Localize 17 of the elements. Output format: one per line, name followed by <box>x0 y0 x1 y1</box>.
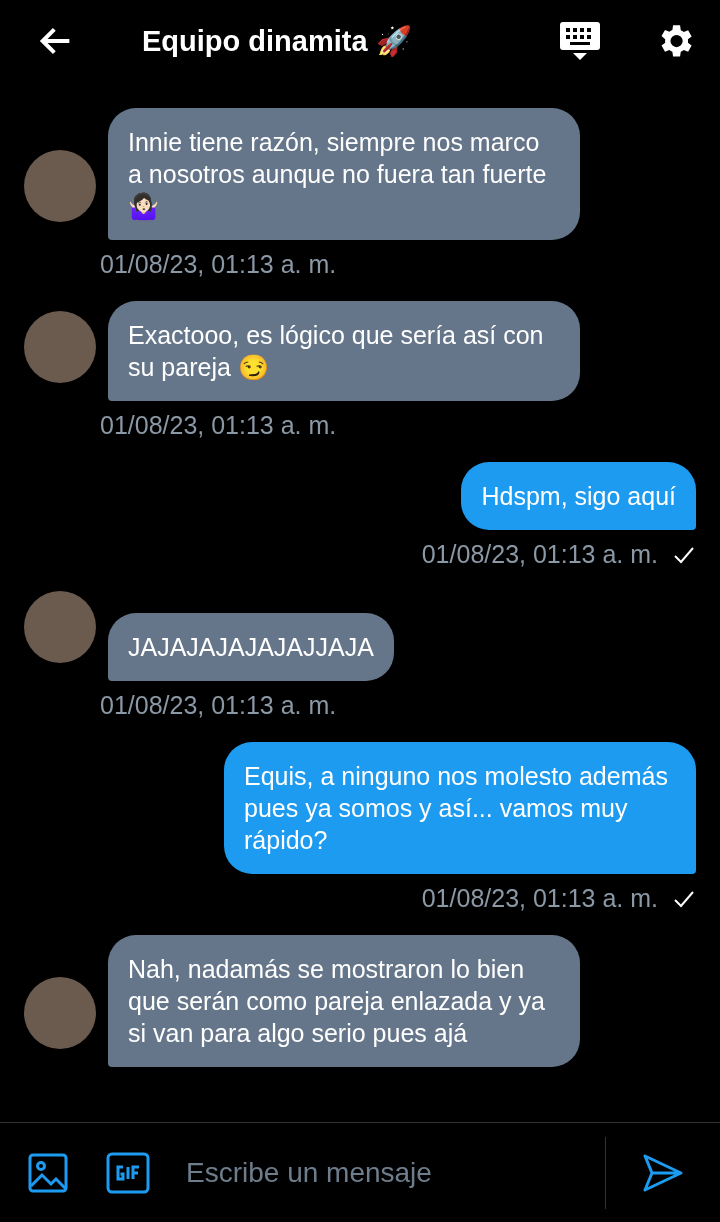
message-bubble: Nah, nadamás se mostraron lo bien que serán como pareja enlazada y ya si van para algo serio pues ajá <box>108 935 580 1067</box>
message-timestamp: 01/08/23, 01:13 a. m. <box>421 884 658 913</box>
message-bubble: Equis, a ninguno nos molesto además pues ya somos y así... vamos muy rápido? <box>224 742 696 874</box>
message-bubble: Hdspm, sigo aquí <box>461 462 696 530</box>
chat-title: Equipo dinamita 🚀 <box>142 24 413 58</box>
message-timestamp: 01/08/23, 01:13 a. m. <box>100 411 337 440</box>
gif-icon[interactable] <box>106 1151 150 1194</box>
keyboard-icon[interactable] <box>558 20 602 62</box>
message-timestamp: 01/08/23, 01:13 a. m. <box>100 691 337 720</box>
message-bubble: Exactooo, es lógico que sería así con su pareja 😏 <box>108 301 580 401</box>
message-input[interactable]: Escribe un mensaje <box>184 1141 595 1204</box>
message-timestamp: 01/08/23, 01:13 a. m. <box>421 540 658 569</box>
send-icon[interactable] <box>642 1152 684 1193</box>
image-icon[interactable] <box>28 1152 68 1193</box>
message-timestamp: 01/08/23, 01:13 a. m. <box>100 250 337 279</box>
message-bubble: Innie tiene razón, siempre nos marco a nosotros aunque no fuera tan fuerte 🤷🏻‍♀ <box>108 108 580 240</box>
message-bubble: JAJAJAJAJAJAJJAJA <box>108 613 394 681</box>
